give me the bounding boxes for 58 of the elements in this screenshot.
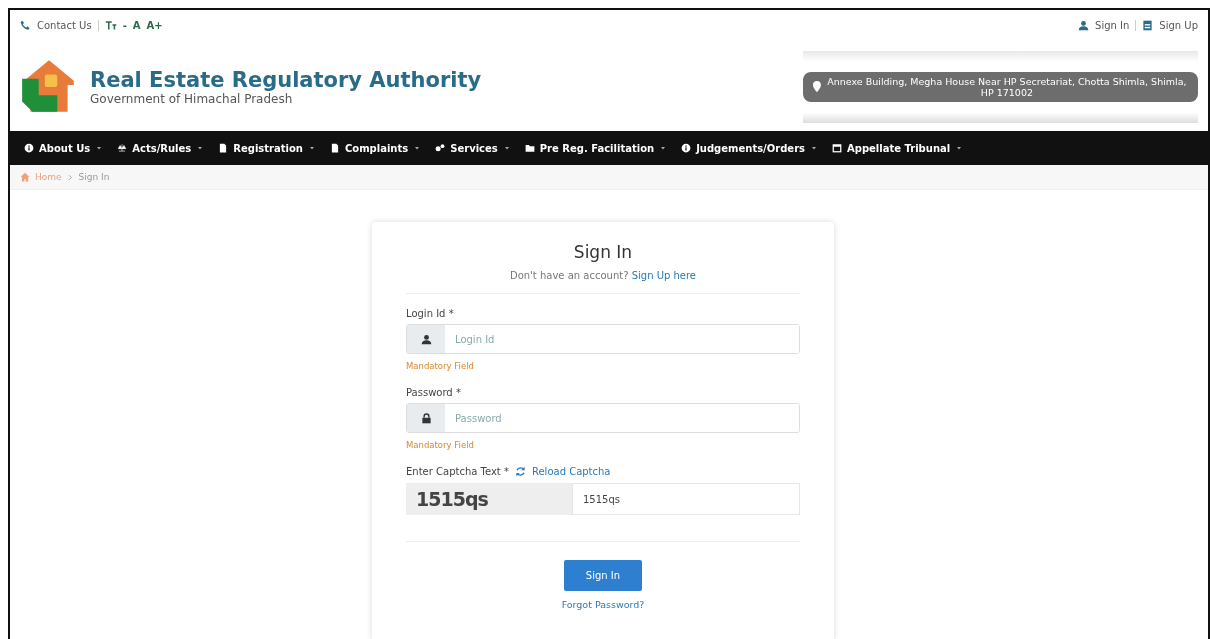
site-title: Real Estate Regulatory Authority: [90, 67, 482, 92]
captcha-input[interactable]: 1515qs: [572, 483, 800, 515]
id-card-icon: [1142, 19, 1154, 31]
nav-menu-item[interactable]: Appellate Tribunal: [826, 138, 970, 158]
validation-message: Mandatory Field: [406, 440, 475, 450]
login-id-field[interactable]: Login Id: [406, 324, 800, 354]
user-icon: [420, 333, 432, 345]
sign-up-link[interactable]: Sign Up here: [631, 270, 697, 281]
sign-in-button[interactable]: Sign In: [564, 560, 642, 591]
caret-icon: [659, 144, 668, 152]
font-size-button[interactable]: A+: [146, 19, 163, 31]
sign-up-prompt: Don't have an account? Sign Up here: [508, 270, 698, 281]
reload-captcha-link[interactable]: Reload Captcha: [531, 466, 611, 477]
phone-icon: [20, 19, 31, 31]
sign-in-link[interactable]: Sign In: [1095, 19, 1130, 31]
font-size-button[interactable]: A: [132, 19, 141, 31]
user-icon: [1078, 19, 1090, 31]
caret-icon: [955, 144, 964, 152]
lock-icon: [420, 412, 432, 424]
caret-icon: [307, 144, 316, 152]
caret-icon: [95, 144, 104, 152]
scale-icon: [117, 143, 128, 153]
location-pin-icon: [813, 81, 821, 92]
caret-icon: [810, 144, 819, 152]
info-icon: [681, 143, 692, 153]
forgot-password-link[interactable]: Forgot Password?: [561, 599, 645, 610]
form-title: Sign In: [572, 242, 634, 262]
nav-menu-item[interactable]: Acts/Rules: [111, 138, 211, 158]
field-label: Login Id *: [406, 308, 455, 319]
nav-menu-item[interactable]: Registration: [212, 138, 322, 158]
nav-menu-item[interactable]: Pre Reg. Facilitation: [518, 138, 674, 158]
field-label: Password *: [406, 387, 462, 398]
home-icon: [20, 172, 30, 182]
sign-up-link[interactable]: Sign Up: [1159, 19, 1198, 31]
nav-menu-item[interactable]: Judgements/Orders: [675, 138, 825, 158]
captcha-image: 1515qs: [406, 483, 572, 515]
site-subtitle: Government of Himachal Pradesh: [90, 91, 294, 106]
nav-menu-item[interactable]: About Us: [18, 138, 110, 158]
document-icon: [329, 143, 340, 153]
caret-icon: [196, 144, 205, 152]
folder-icon: [524, 143, 535, 153]
reload-icon: [514, 466, 526, 477]
info-icon: [24, 143, 34, 153]
chevron-icon: [66, 173, 74, 181]
caret-icon: [413, 144, 422, 152]
password-field[interactable]: Password: [406, 403, 800, 433]
address-text: Annexe Building, Megha House Near HP Secretariat, Chotta Shimla, Shimla, HP 171002: [826, 75, 1188, 98]
font-size-button[interactable]: -: [122, 19, 127, 31]
breadcrumb-current: Sign In: [78, 172, 110, 182]
nav-menu-item[interactable]: Services: [429, 138, 517, 158]
validation-message: Mandatory Field: [406, 361, 475, 371]
nav-menu-item[interactable]: Complaints: [323, 138, 428, 158]
text-size-icon: [104, 19, 117, 31]
document-icon: [218, 143, 229, 153]
captcha-label: Enter Captcha Text *: [406, 466, 509, 477]
contact-link[interactable]: Contact Us: [37, 19, 92, 31]
calendar-icon: [832, 143, 843, 153]
caret-icon: [502, 144, 511, 152]
